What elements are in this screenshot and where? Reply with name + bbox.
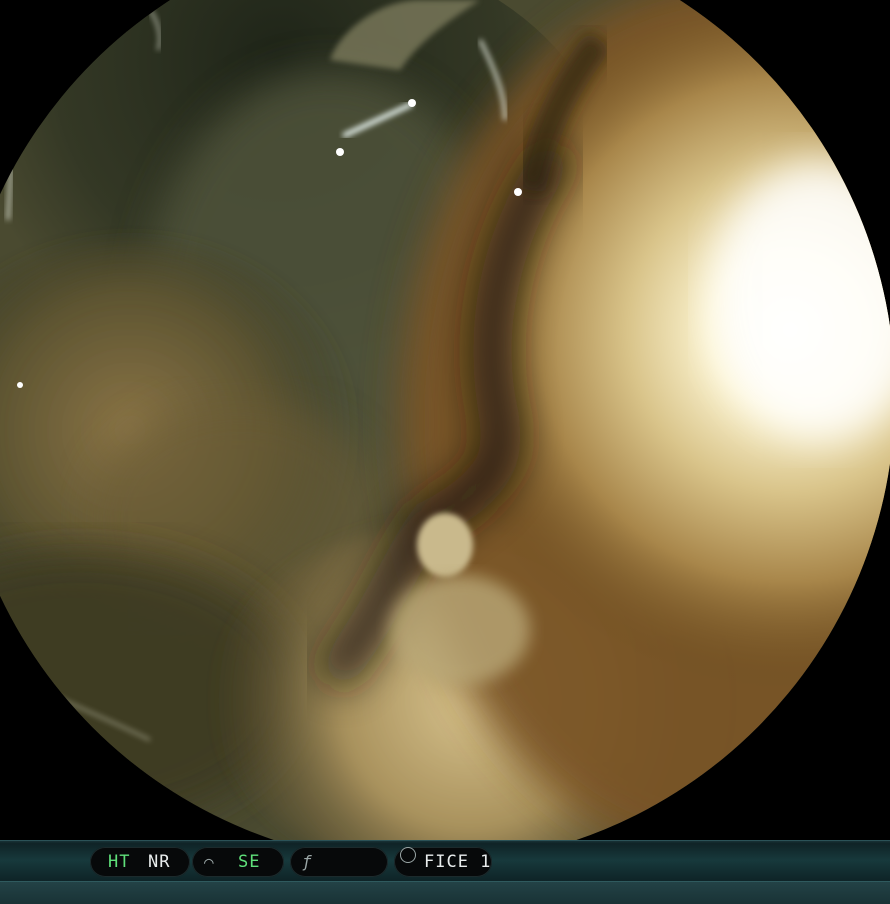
nr-label: NR bbox=[148, 852, 171, 872]
function-f-icon: ƒ bbox=[302, 852, 313, 871]
enhance-curve-icon: ⌒ bbox=[204, 852, 215, 871]
ht-nr-indicator: HT NR bbox=[90, 847, 190, 877]
processor-status-bar: HT NR ⌒ SE ƒ FICE 1 bbox=[0, 840, 890, 904]
fice-label: FICE 1 bbox=[424, 852, 492, 872]
structure-enhance-indicator: ⌒ SE bbox=[192, 847, 284, 877]
endoscopic-image bbox=[0, 0, 890, 840]
endoscope-screen: HT NR ⌒ SE ƒ FICE 1 bbox=[0, 0, 890, 904]
fice-indicator: FICE 1 bbox=[394, 847, 492, 877]
se-label: SE bbox=[238, 852, 261, 872]
ht-label: HT bbox=[108, 852, 131, 872]
function-indicator: ƒ bbox=[290, 847, 388, 877]
fice-waveform-icon bbox=[400, 847, 416, 863]
status-bar-lower-strip bbox=[0, 881, 890, 904]
